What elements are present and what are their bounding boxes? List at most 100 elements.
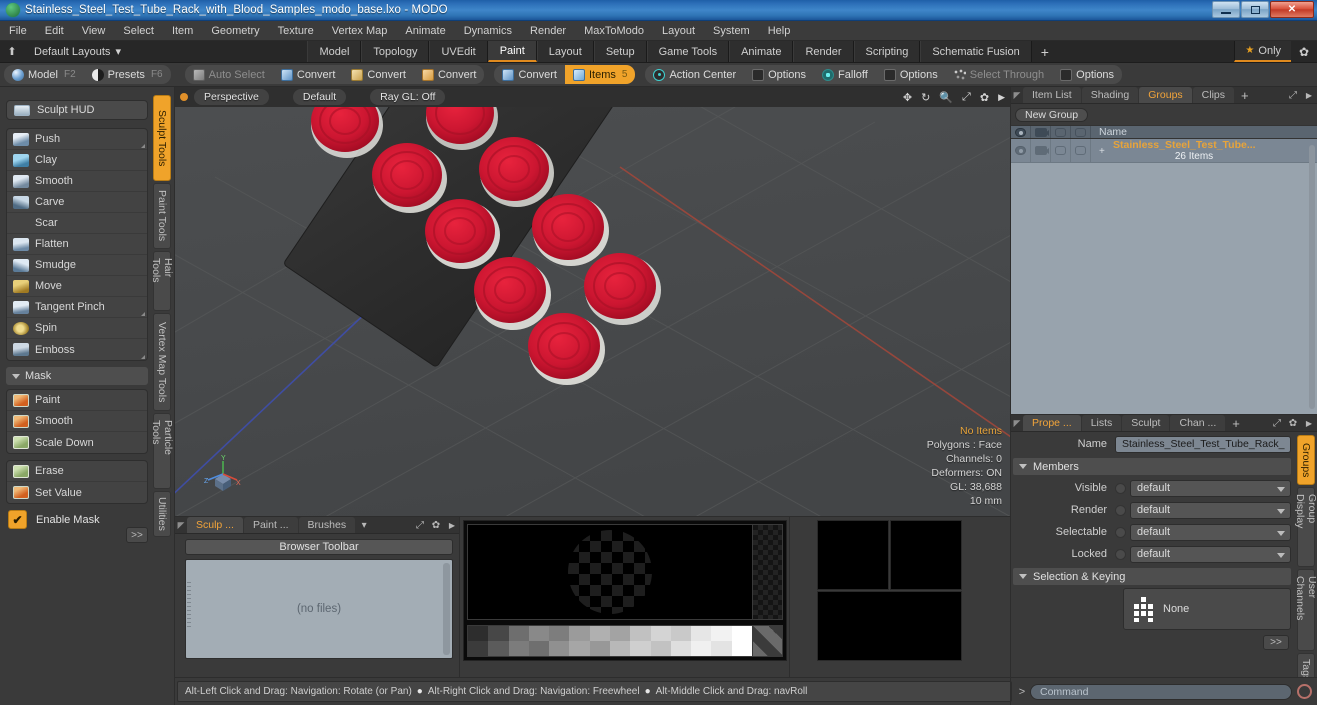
menu-item-help[interactable]: Help bbox=[759, 23, 800, 39]
brush-gradient-strip[interactable] bbox=[467, 625, 753, 657]
menu-item-select[interactable]: Select bbox=[114, 23, 163, 39]
enable-mask-checkbox[interactable]: ✔ bbox=[8, 510, 27, 529]
chevron-right-icon[interactable]: ▶ bbox=[1301, 87, 1317, 103]
tab-item-list[interactable]: Item List bbox=[1023, 87, 1081, 103]
home-icon[interactable]: ⬆ bbox=[0, 41, 24, 62]
column-select[interactable] bbox=[1051, 126, 1071, 138]
layout-tab-render[interactable]: Render bbox=[793, 41, 854, 62]
auto-select-button[interactable]: Auto Select bbox=[185, 65, 273, 84]
sculpt-tool-scar[interactable]: Scar bbox=[7, 213, 147, 234]
mask-section-header[interactable]: Mask bbox=[6, 367, 148, 385]
tab-brushes[interactable]: Brushes bbox=[298, 517, 356, 533]
select-through-button[interactable]: Select Through bbox=[946, 65, 1052, 84]
layout-tab-schematic-fusion[interactable]: Schematic Fusion bbox=[920, 41, 1032, 62]
chevron-right-icon[interactable]: ▶ bbox=[998, 92, 1005, 103]
tab-groups[interactable]: Groups bbox=[1139, 87, 1192, 103]
mask-tool-scale-down[interactable]: Scale Down bbox=[7, 432, 147, 453]
menu-item-view[interactable]: View bbox=[73, 23, 115, 39]
panel-grip-icon[interactable]: ◤ bbox=[1011, 415, 1023, 431]
selection-keying-section-header[interactable]: Selection & Keying bbox=[1013, 568, 1291, 585]
layout-tab-setup[interactable]: Setup bbox=[593, 41, 647, 62]
chevron-right-icon[interactable]: ▶ bbox=[444, 517, 460, 533]
new-group-button[interactable]: New Group bbox=[1015, 108, 1089, 122]
viewport-shading-button[interactable]: Default bbox=[292, 89, 347, 105]
panel-grip-icon[interactable]: ◤ bbox=[1011, 87, 1023, 103]
mini-viewport-2[interactable] bbox=[890, 520, 962, 590]
mask-tool-paint[interactable]: Paint bbox=[7, 390, 147, 411]
action-center-options-button[interactable]: Options bbox=[744, 65, 814, 84]
tab-channels[interactable]: Chan ... bbox=[1170, 415, 1226, 431]
select-through-options-button[interactable]: Options bbox=[1052, 65, 1122, 84]
menu-item-render[interactable]: Render bbox=[521, 23, 575, 39]
groups-list-body[interactable]: + Stainless_Steel_Test_Tube... 26 Items bbox=[1011, 139, 1317, 415]
mode-button-presets[interactable]: Presets F6 bbox=[84, 65, 171, 84]
vtab-paint-tools[interactable]: Paint Tools bbox=[153, 183, 171, 249]
convert-button-2[interactable]: Convert bbox=[343, 65, 414, 84]
minimize-button[interactable] bbox=[1212, 1, 1240, 18]
row-select-cell[interactable] bbox=[1051, 139, 1071, 162]
browser-scrollbar[interactable] bbox=[443, 563, 450, 655]
column-visible[interactable] bbox=[1011, 126, 1031, 138]
sidebar-expand-button[interactable]: >> bbox=[126, 527, 148, 543]
menu-item-file[interactable]: File bbox=[0, 23, 36, 39]
gear-icon[interactable]: ✿ bbox=[428, 517, 444, 533]
menu-item-maxtomodo[interactable]: MaxToModo bbox=[575, 23, 653, 39]
sculpt-tool-move[interactable]: Move bbox=[7, 276, 147, 297]
add-properties-tab-button[interactable]: + bbox=[1226, 415, 1246, 431]
layout-tab-layout[interactable]: Layout bbox=[536, 41, 594, 62]
falloff-options-button[interactable]: Options bbox=[876, 65, 946, 84]
vtab-group-display[interactable]: Group Display bbox=[1294, 487, 1317, 567]
layout-tab-paint[interactable]: Paint bbox=[487, 41, 537, 62]
table-row[interactable]: + Stainless_Steel_Test_Tube... 26 Items bbox=[1011, 139, 1317, 163]
tab-paint-browser[interactable]: Paint ... bbox=[243, 517, 298, 533]
zoom-icon[interactable]: 🔍 bbox=[939, 91, 953, 104]
fit-icon[interactable]: ⤢ bbox=[962, 91, 971, 104]
menu-item-layout[interactable]: Layout bbox=[653, 23, 704, 39]
browser-file-list[interactable]: (no files) bbox=[185, 559, 453, 659]
layout-tab-scripting[interactable]: Scripting bbox=[853, 41, 921, 62]
sculpt-tool-clay[interactable]: Clay bbox=[7, 150, 147, 171]
vtab-particle-tools[interactable]: Particle Tools bbox=[150, 413, 174, 489]
mini-viewport-3[interactable] bbox=[817, 591, 962, 661]
add-panel-tab-button[interactable]: + bbox=[1235, 87, 1255, 103]
expand-icon[interactable]: ⤢ bbox=[412, 517, 428, 533]
selectable-select[interactable]: default bbox=[1130, 523, 1291, 541]
vtab-utilities[interactable]: Utilities bbox=[153, 491, 171, 537]
menu-item-item[interactable]: Item bbox=[163, 23, 202, 39]
tab-properties[interactable]: Prope ... bbox=[1023, 415, 1081, 431]
close-button[interactable]: ✕ bbox=[1270, 1, 1314, 18]
tab-shading[interactable]: Shading bbox=[1081, 87, 1139, 103]
only-toggle-button[interactable]: ★ Only bbox=[1234, 41, 1292, 62]
row-visible-cell[interactable] bbox=[1011, 139, 1031, 162]
vtab-groups[interactable]: Groups bbox=[1297, 435, 1315, 485]
command-input[interactable]: Command bbox=[1030, 683, 1292, 700]
convert-button-4[interactable]: Convert bbox=[494, 65, 565, 84]
layout-tab-topology[interactable]: Topology bbox=[361, 41, 430, 62]
mask-tool-erase[interactable]: Erase bbox=[7, 461, 147, 482]
vtab-hair-tools[interactable]: Hair Tools bbox=[150, 251, 174, 311]
visible-select[interactable]: default bbox=[1130, 479, 1291, 497]
layout-tab-model[interactable]: Model bbox=[307, 41, 362, 62]
mask-tool-set-value[interactable]: Set Value bbox=[7, 482, 147, 503]
command-status-icon[interactable] bbox=[1297, 684, 1312, 699]
menu-item-dynamics[interactable]: Dynamics bbox=[455, 23, 521, 39]
tab-sculpt-browser[interactable]: Sculp ... bbox=[187, 517, 243, 533]
sculpt-hud-button[interactable]: Sculpt HUD bbox=[6, 100, 148, 120]
view-dot-icon[interactable] bbox=[180, 93, 188, 101]
viewport-perspective-button[interactable]: Perspective bbox=[194, 89, 269, 105]
members-section-header[interactable]: Members bbox=[1013, 458, 1291, 475]
keying-set-field[interactable]: None bbox=[1123, 588, 1291, 630]
move-icon[interactable]: ✥ bbox=[903, 91, 912, 104]
mode-button-model[interactable]: Model F2 bbox=[4, 65, 84, 84]
row-render-cell[interactable] bbox=[1031, 139, 1051, 162]
chevron-down-icon[interactable]: ▾ bbox=[356, 517, 372, 533]
sculpt-tool-flatten[interactable]: Flatten bbox=[7, 234, 147, 255]
locked-toggle-dot[interactable] bbox=[1115, 548, 1126, 560]
browser-toolbar[interactable]: Browser Toolbar bbox=[185, 539, 453, 555]
sculpt-tool-push[interactable]: Push bbox=[7, 129, 147, 150]
viewport-3d-canvas[interactable]: Y Z X No Items Polygons : Face Channels:… bbox=[175, 107, 1011, 517]
expand-icon[interactable]: ⤢ bbox=[1285, 87, 1301, 103]
menu-item-animate[interactable]: Animate bbox=[396, 23, 454, 39]
brush-alpha-strip[interactable] bbox=[752, 524, 783, 620]
convert-button-3[interactable]: Convert bbox=[414, 65, 485, 84]
